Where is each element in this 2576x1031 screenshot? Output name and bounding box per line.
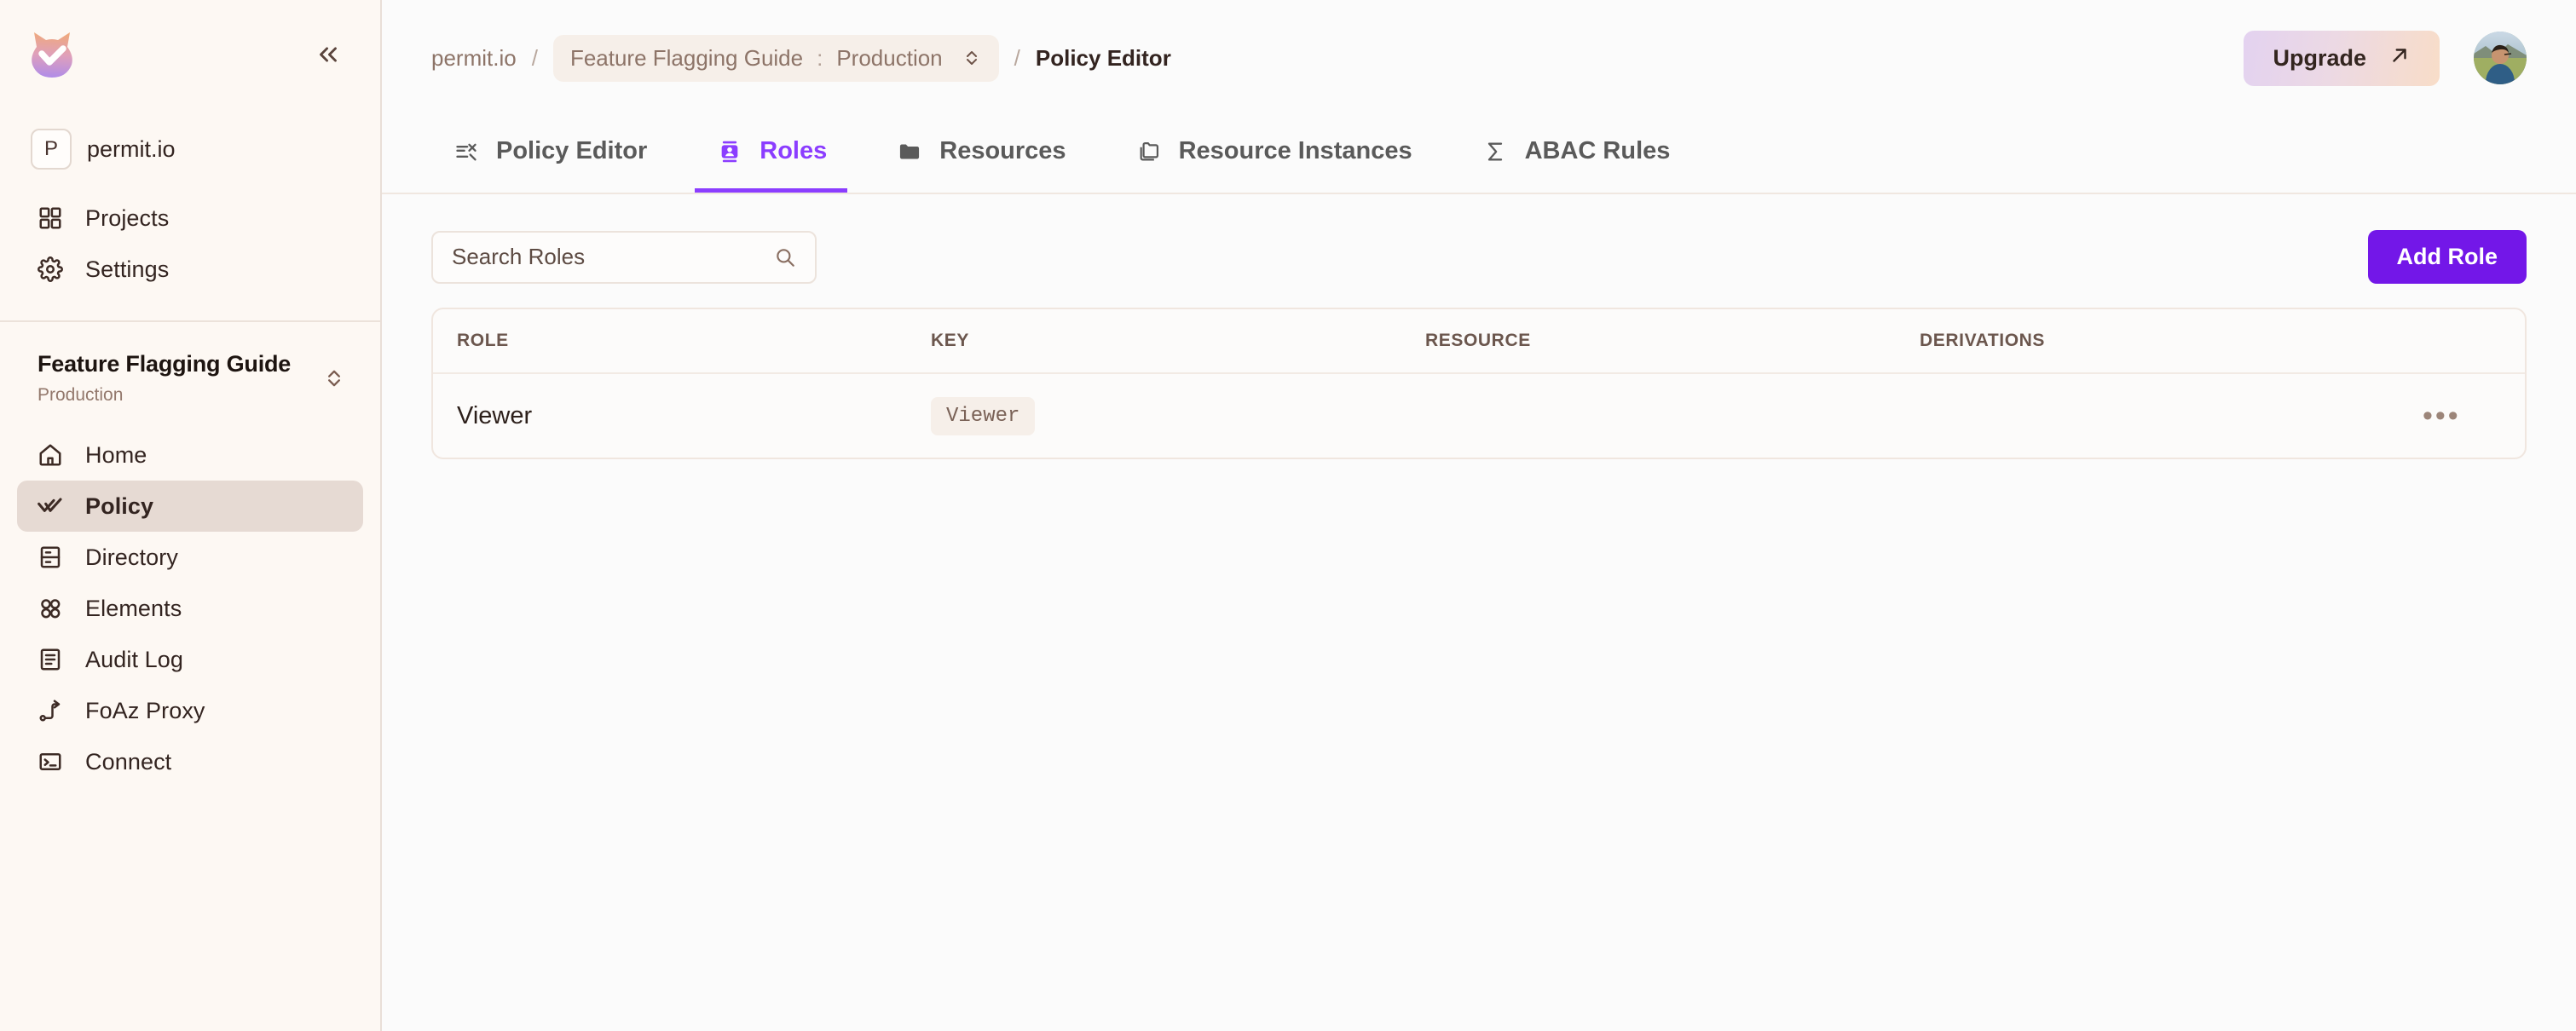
sidebar-item-label: Audit Log <box>85 647 183 673</box>
upgrade-button[interactable]: Upgrade <box>2244 31 2440 86</box>
sigma-icon <box>1481 137 1510 166</box>
breadcrumb-environment: Production <box>836 45 942 72</box>
project-name: Feature Flagging Guide <box>38 351 291 377</box>
breadcrumb-root[interactable]: permit.io <box>431 45 517 72</box>
tab-roles[interactable]: Roles <box>695 114 847 193</box>
chevron-up-down-icon <box>962 48 982 68</box>
org-name: permit.io <box>87 136 176 163</box>
cell-actions: ••• <box>2423 401 2525 430</box>
org-avatar: P <box>31 129 72 170</box>
sidebar-item-audit-log[interactable]: Audit Log <box>17 634 363 685</box>
gear-icon <box>36 255 65 284</box>
upgrade-label: Upgrade <box>2273 45 2366 72</box>
cell-key: Viewer <box>931 397 1425 435</box>
tab-resources[interactable]: Resources <box>875 114 1086 193</box>
permit-cat-logo-icon[interactable] <box>26 28 78 81</box>
more-horizontal-icon[interactable]: ••• <box>2423 401 2461 430</box>
tab-policy-editor[interactable]: Policy Editor <box>431 114 667 193</box>
sidebar-item-label: Home <box>85 442 147 469</box>
sidebar-item-label: Elements <box>85 596 182 622</box>
breadcrumb-project: Feature Flagging Guide <box>570 45 803 72</box>
search-icon[interactable] <box>774 246 796 268</box>
policy-editor-icon <box>452 137 481 166</box>
project-info: Feature Flagging Guide Production <box>38 351 291 406</box>
chevrons-left-icon[interactable] <box>309 35 348 74</box>
column-header-key: KEY <box>931 331 1425 351</box>
sidebar-item-directory[interactable]: Directory <box>17 532 363 583</box>
topbar-actions: Upgrade <box>2244 31 2527 86</box>
roles-badge-icon <box>715 137 744 166</box>
directory-icon <box>36 543 65 572</box>
avatar[interactable] <box>2474 32 2527 84</box>
org-switcher[interactable]: P permit.io <box>26 128 355 170</box>
sidebar-nav-main: Home Policy <box>17 429 363 787</box>
audit-log-icon <box>36 645 65 674</box>
tab-label: ABAC Rules <box>1525 137 1671 165</box>
foaz-proxy-icon <box>36 696 65 725</box>
breadcrumb-colon: : <box>817 45 823 72</box>
tab-label: Resources <box>939 137 1066 165</box>
breadcrumb-env-selector[interactable]: Feature Flagging Guide : Production <box>553 35 999 82</box>
sidebar-item-settings[interactable]: Settings <box>17 244 363 295</box>
column-header-role: ROLE <box>457 331 931 351</box>
cell-role: Viewer <box>457 402 931 430</box>
tab-label: Policy Editor <box>496 137 647 165</box>
sidebar-item-foaz-proxy[interactable]: FoAz Proxy <box>17 685 363 736</box>
tab-resource-instances[interactable]: Resource Instances <box>1114 114 1433 193</box>
sidebar: P permit.io Projects <box>0 0 382 1031</box>
sidebar-nav-top: Projects Settings <box>17 193 363 295</box>
terminal-icon <box>36 747 65 776</box>
policy-check-icon <box>36 492 65 521</box>
elements-icon <box>36 594 65 623</box>
breadcrumb-current-page: Policy Editor <box>1036 45 1171 72</box>
policy-tabs: Policy Editor Roles <box>382 116 2576 194</box>
sidebar-item-projects[interactable]: Projects <box>17 193 363 244</box>
sidebar-item-label: FoAz Proxy <box>85 698 205 724</box>
tab-label: Resource Instances <box>1179 137 1412 165</box>
add-role-button[interactable]: Add Role <box>2368 230 2527 284</box>
chevron-up-down-icon <box>322 366 346 390</box>
sidebar-item-label: Projects <box>85 205 169 232</box>
topbar: permit.io / Feature Flagging Guide : Pro… <box>382 0 2576 116</box>
sidebar-item-label: Directory <box>85 544 178 571</box>
folder-filled-icon <box>895 137 924 166</box>
sidebar-item-label: Policy <box>85 493 153 520</box>
sidebar-item-connect[interactable]: Connect <box>17 736 363 787</box>
arrow-up-right-icon <box>2388 44 2411 72</box>
breadcrumb-separator: / <box>532 45 538 72</box>
column-header-resource: RESOURCE <box>1425 331 1920 351</box>
search-roles-field[interactable] <box>431 231 817 284</box>
project-switcher[interactable]: Feature Flagging Guide Production <box>0 322 380 406</box>
sidebar-item-elements[interactable]: Elements <box>17 583 363 634</box>
role-name: Viewer <box>457 402 532 429</box>
sidebar-item-home[interactable]: Home <box>17 429 363 481</box>
project-environment: Production <box>38 385 291 406</box>
roles-toolbar: Add Role <box>382 194 2576 284</box>
main-content: permit.io / Feature Flagging Guide : Pro… <box>382 0 2576 1031</box>
column-header-derivations: DERIVATIONS <box>1920 331 2423 351</box>
table-header-row: ROLE KEY RESOURCE DERIVATIONS <box>433 309 2525 372</box>
sidebar-item-label: Connect <box>85 749 171 775</box>
roles-table-container: ROLE KEY RESOURCE DERIVATIONS Viewer Vie… <box>382 284 2576 459</box>
breadcrumb-separator-2: / <box>1014 45 1020 72</box>
breadcrumb: permit.io / Feature Flagging Guide : Pro… <box>431 35 2244 82</box>
app-root: P permit.io Projects <box>0 0 2576 1031</box>
tab-label: Roles <box>760 137 827 165</box>
role-key-badge: Viewer <box>931 397 1035 435</box>
roles-table: ROLE KEY RESOURCE DERIVATIONS Viewer Vie… <box>431 308 2527 459</box>
folders-icon <box>1135 137 1164 166</box>
sidebar-item-label: Settings <box>85 256 169 283</box>
sidebar-item-policy[interactable]: Policy <box>17 481 363 532</box>
tab-abac-rules[interactable]: ABAC Rules <box>1460 114 1691 193</box>
home-icon <box>36 441 65 469</box>
table-row[interactable]: Viewer Viewer ••• <box>433 372 2525 458</box>
sidebar-header <box>0 0 380 89</box>
grid-icon <box>36 204 65 233</box>
search-input[interactable] <box>452 244 774 270</box>
